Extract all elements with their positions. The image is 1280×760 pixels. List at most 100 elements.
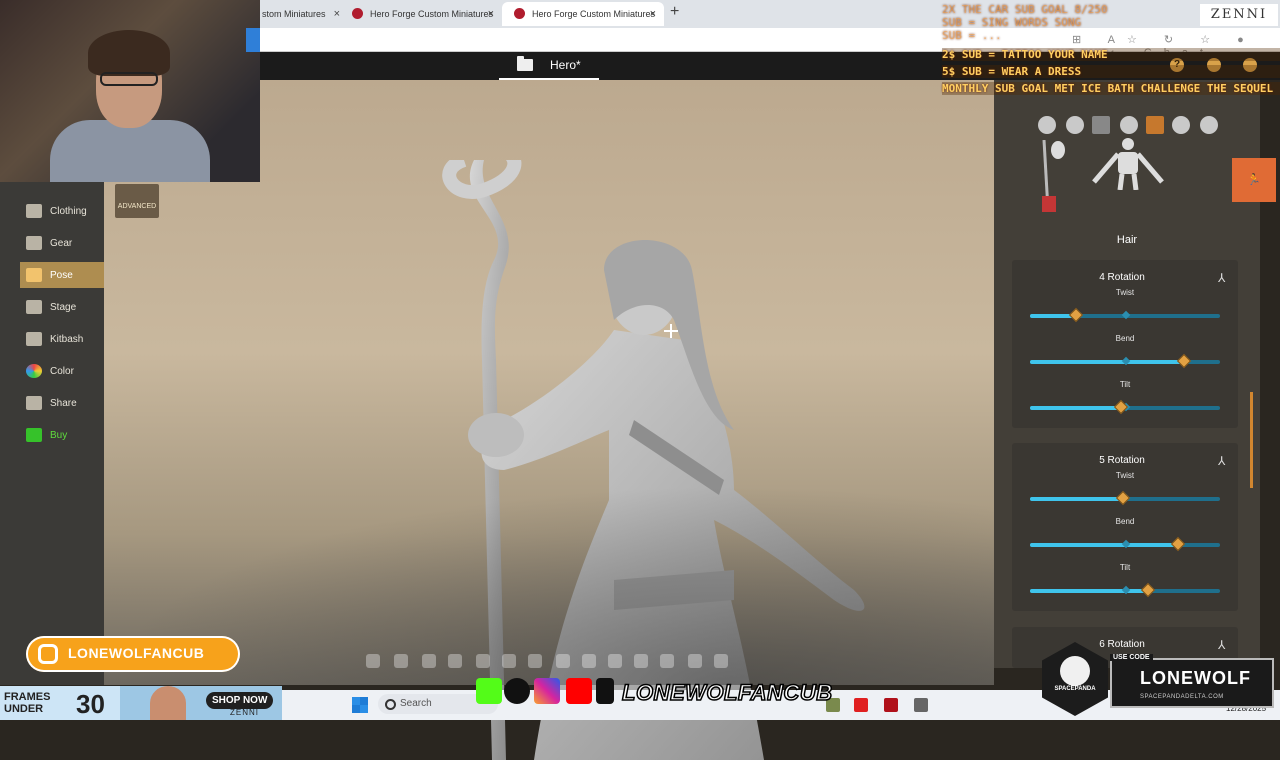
- slider-fill: [1030, 543, 1179, 547]
- mail-icon[interactable]: [582, 654, 596, 668]
- sidebar-item-label: Color: [50, 365, 74, 377]
- promo-brand: ZENNI: [230, 708, 259, 717]
- miniature-figure[interactable]: [434, 160, 904, 760]
- slider-fill: [1030, 360, 1184, 364]
- tab-title: stom Miniatures: [262, 9, 326, 19]
- rotation-group-4: 4 Rotation ⅄ Twist Bend Tilt: [1012, 260, 1238, 428]
- mannequin-icon[interactable]: [1090, 138, 1166, 190]
- browser-tab-2[interactable]: Hero Forge Custom Miniatures ×: [340, 2, 502, 26]
- frames-ad-text: FRAMES UNDER: [4, 691, 50, 715]
- close-tab-icon[interactable]: ×: [650, 2, 656, 26]
- gift-icon[interactable]: [688, 654, 702, 668]
- slider-label: Twist: [1115, 471, 1135, 480]
- sidebar-item-pose[interactable]: Pose: [20, 262, 104, 288]
- slider-fill: [1030, 497, 1124, 501]
- streamer-hair: [88, 30, 170, 76]
- slider-label: Tilt: [1119, 563, 1131, 572]
- ear-tool-icon[interactable]: [1172, 116, 1190, 134]
- bend-slider[interactable]: [1030, 536, 1220, 552]
- sidebar-item-share[interactable]: Share: [20, 390, 104, 416]
- sidebar-item-clothing[interactable]: Clothing: [20, 198, 104, 224]
- bend-slider[interactable]: [1030, 353, 1220, 369]
- joint-icon[interactable]: ⅄: [1218, 455, 1232, 467]
- webcam-side-banner: [246, 28, 260, 52]
- slider-knob[interactable]: [1068, 307, 1083, 323]
- youtube-icon[interactable]: [448, 654, 462, 668]
- sub-goal-line: SUB = ...: [942, 29, 1002, 42]
- advanced-toggle-button[interactable]: ADVANCED: [115, 184, 159, 218]
- sidebar-item-label: Clothing: [50, 205, 87, 217]
- sidebar-item-label: Gear: [50, 237, 73, 249]
- sidebar-item-color[interactable]: Color: [20, 358, 104, 384]
- windows-start-icon[interactable]: [352, 697, 368, 713]
- hero-forge-favicon-icon: [514, 8, 525, 19]
- x-icon[interactable]: [394, 654, 408, 668]
- facebook-icon[interactable]: [366, 654, 380, 668]
- share-icon: [26, 396, 42, 410]
- browser-tab-active[interactable]: Hero Forge Custom Miniatures ×: [502, 2, 664, 26]
- sidebar-item-label: Kitbash: [50, 333, 84, 345]
- instagram-handle: LONEWOLFANCUB: [68, 645, 205, 661]
- sidebar-item-gear[interactable]: Gear: [20, 230, 104, 256]
- streamer-jacket: [50, 120, 210, 182]
- sidebar-item-kitbash[interactable]: Kitbash: [20, 326, 104, 352]
- sidebar-item-label: Stage: [50, 301, 77, 313]
- slider-knob[interactable]: [1171, 536, 1186, 552]
- slider-center-mark: [1121, 310, 1131, 320]
- hair-tool-icon[interactable]: [1146, 116, 1164, 134]
- staff-tool-icon[interactable]: [1034, 140, 1066, 216]
- instagram-icon: [534, 678, 560, 704]
- zenni-logo: ZENNI: [1200, 4, 1278, 26]
- kick-icon: [476, 678, 502, 704]
- kick-icon[interactable]: [714, 654, 728, 668]
- sub-goal-line: 2$ SUB = TATTOO YOUR NAME: [942, 48, 1280, 61]
- social-handle-text: LONEWOLFANCUB: [621, 679, 833, 706]
- panel-scrollbar[interactable]: [1250, 392, 1253, 488]
- slider-fill: [1030, 406, 1122, 410]
- close-tab-icon[interactable]: ×: [488, 2, 494, 26]
- hand-right-tool-icon[interactable]: [1200, 116, 1218, 134]
- armor-tool-icon[interactable]: [1092, 116, 1110, 134]
- instagram-icon: [38, 644, 58, 664]
- move-cursor-icon: [664, 324, 678, 338]
- sidebar-item-stage[interactable]: Stage: [20, 294, 104, 320]
- settings-icon[interactable]: [634, 654, 648, 668]
- hero-name-title[interactable]: Hero*: [550, 58, 581, 72]
- head-tool-icon[interactable]: [1066, 116, 1084, 134]
- slider-knob[interactable]: [1140, 582, 1155, 598]
- joint-icon[interactable]: ⅄: [1218, 272, 1232, 284]
- slider-knob[interactable]: [1176, 353, 1191, 369]
- slider-label: Twist: [1115, 288, 1135, 297]
- selected-part-label: Hair: [1116, 234, 1138, 246]
- netflix-app-icon[interactable]: [884, 698, 898, 712]
- twist-slider[interactable]: [1030, 307, 1220, 323]
- tilt-slider[interactable]: [1030, 399, 1220, 415]
- hand-tool-icon[interactable]: [1038, 116, 1056, 134]
- folder-icon[interactable]: [517, 56, 533, 71]
- sidebar-item-buy[interactable]: Buy: [20, 422, 104, 448]
- axes-icon: [26, 236, 42, 250]
- youtube-app-icon[interactable]: [854, 698, 868, 712]
- calendar-icon[interactable]: [556, 654, 570, 668]
- slider-label: Bend: [1115, 517, 1135, 526]
- sidebar-item-label: Buy: [50, 429, 68, 441]
- pose-mode-button[interactable]: 🏃: [1232, 158, 1276, 202]
- tilt-slider[interactable]: [1030, 582, 1220, 598]
- reddit-icon[interactable]: [502, 654, 516, 668]
- share-icon[interactable]: [660, 654, 674, 668]
- twist-slider[interactable]: [1030, 490, 1220, 506]
- instagram-icon[interactable]: [422, 654, 436, 668]
- shop-now-button[interactable]: SHOP NOW: [206, 692, 274, 709]
- sub-goal-line: 5$ SUB = WEAR A DRESS: [942, 65, 1280, 78]
- slider-knob[interactable]: [1116, 490, 1131, 506]
- streamer-glasses: [100, 72, 158, 86]
- bug-icon[interactable]: [608, 654, 622, 668]
- discord-icon[interactable]: [476, 654, 490, 668]
- new-tab-button[interactable]: +: [670, 3, 679, 21]
- slider-label: Bend: [1115, 334, 1135, 343]
- body-tool-icon[interactable]: [1120, 116, 1138, 134]
- advanced-label: ADVANCED: [117, 203, 157, 210]
- kitbash-icon: [26, 332, 42, 346]
- twitch-icon[interactable]: [528, 654, 542, 668]
- app-tray-icon[interactable]: [914, 698, 928, 712]
